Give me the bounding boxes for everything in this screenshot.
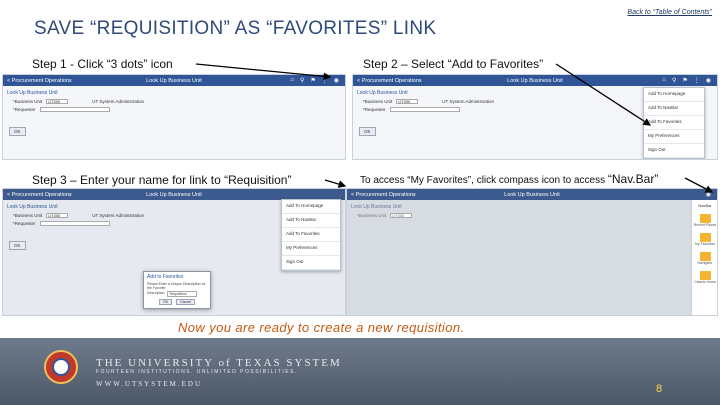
ut-system-seal-icon <box>44 350 78 384</box>
ready-message: Now you are ready to create a new requis… <box>178 320 465 335</box>
page-number: 8 <box>656 383 663 395</box>
arrow-step4 <box>684 177 714 193</box>
university-tagline: FOURTEEN INSTITUTIONS. UNLIMITED POSSIBI… <box>96 369 298 375</box>
arrow-step1 <box>195 63 332 81</box>
university-url[interactable]: WWW.UTSYSTEM.EDU <box>96 380 202 388</box>
arrow-step3 <box>324 179 347 188</box>
university-name: THE UNIVERSITY of TEXAS SYSTEM <box>96 357 342 369</box>
arrow-step2 <box>555 63 652 126</box>
